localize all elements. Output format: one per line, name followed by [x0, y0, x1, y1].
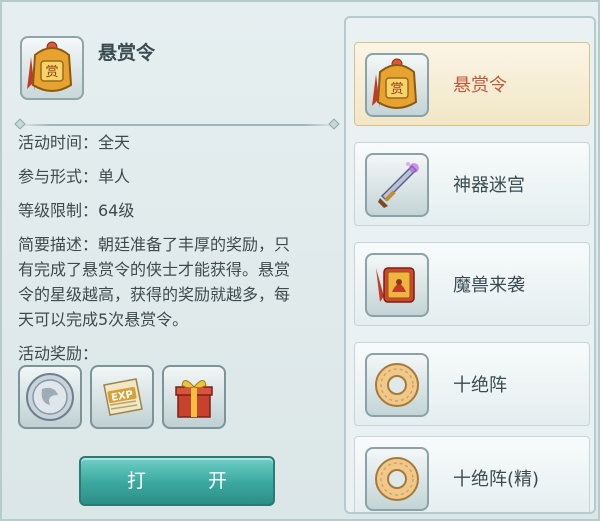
activity-list[interactable]: 赏 悬赏令 神器迷宫 魔兽来袭 十绝阵 十绝阵(精) [344, 16, 596, 514]
exp-scroll-icon[interactable]: EXP [90, 365, 154, 429]
activity-time: 活动时间：全天 [18, 133, 131, 152]
activity-item-label: 魔兽来袭 [453, 275, 525, 296]
jade-ring-icon [365, 353, 429, 417]
activity-item-label: 神器迷宫 [453, 175, 525, 196]
activity-item-bounty[interactable]: 赏 悬赏令 [354, 42, 590, 126]
activity-item-divine-maze[interactable]: 神器迷宫 [354, 142, 590, 226]
participation-mode: 参与形式：单人 [18, 167, 131, 186]
gift-box-icon[interactable] [162, 365, 226, 429]
description-line: 天可以完成5次悬赏令。 [18, 310, 189, 329]
silver-coin-icon[interactable] [18, 365, 82, 429]
activity-item-label: 十绝阵 [453, 375, 507, 396]
activity-description: 简要描述：朝廷准备了丰厚的奖励，只 有完成了悬赏令的侠士才能获得。悬赏 令的星级… [18, 232, 336, 332]
activity-item-ten-array-elite[interactable]: 十绝阵(精) [354, 436, 590, 512]
svg-text:赏: 赏 [45, 65, 58, 80]
jade-ring-icon [365, 447, 429, 511]
svg-text:赏: 赏 [390, 82, 403, 97]
description-line: 有完成了悬赏令的侠士才能获得。悬赏 [18, 260, 291, 279]
description-line: 令的星级越高，获得的奖励就越多，每 [18, 285, 291, 304]
level-limit: 等级限制：64级 [18, 201, 135, 220]
divine-sword-icon [365, 153, 429, 217]
activity-item-label: 十绝阵(精) [453, 469, 540, 490]
activity-detail-panel: 赏 悬赏令 活动时间：全天 参与形式：单人 等级限制：64级 简要描述：朝廷准备… [12, 20, 340, 515]
activity-title: 悬赏令 [98, 42, 156, 64]
open-button[interactable]: 打 开 [79, 456, 275, 506]
activity-item-ten-array[interactable]: 十绝阵 [354, 342, 590, 426]
bounty-token-icon: 赏 [20, 36, 84, 100]
activity-window: 赏 悬赏令 活动时间：全天 参与形式：单人 等级限制：64级 简要描述：朝廷准备… [0, 0, 600, 521]
activity-item-beast-attack[interactable]: 魔兽来袭 [354, 242, 590, 326]
activity-item-label: 悬赏令 [453, 75, 507, 96]
description-line: 简要描述：朝廷准备了丰厚的奖励，只 [18, 235, 291, 254]
reward-label: 活动奖励： [18, 344, 99, 363]
section-divider [14, 118, 340, 130]
bounty-token-icon: 赏 [365, 53, 429, 117]
beast-scroll-icon [365, 253, 429, 317]
